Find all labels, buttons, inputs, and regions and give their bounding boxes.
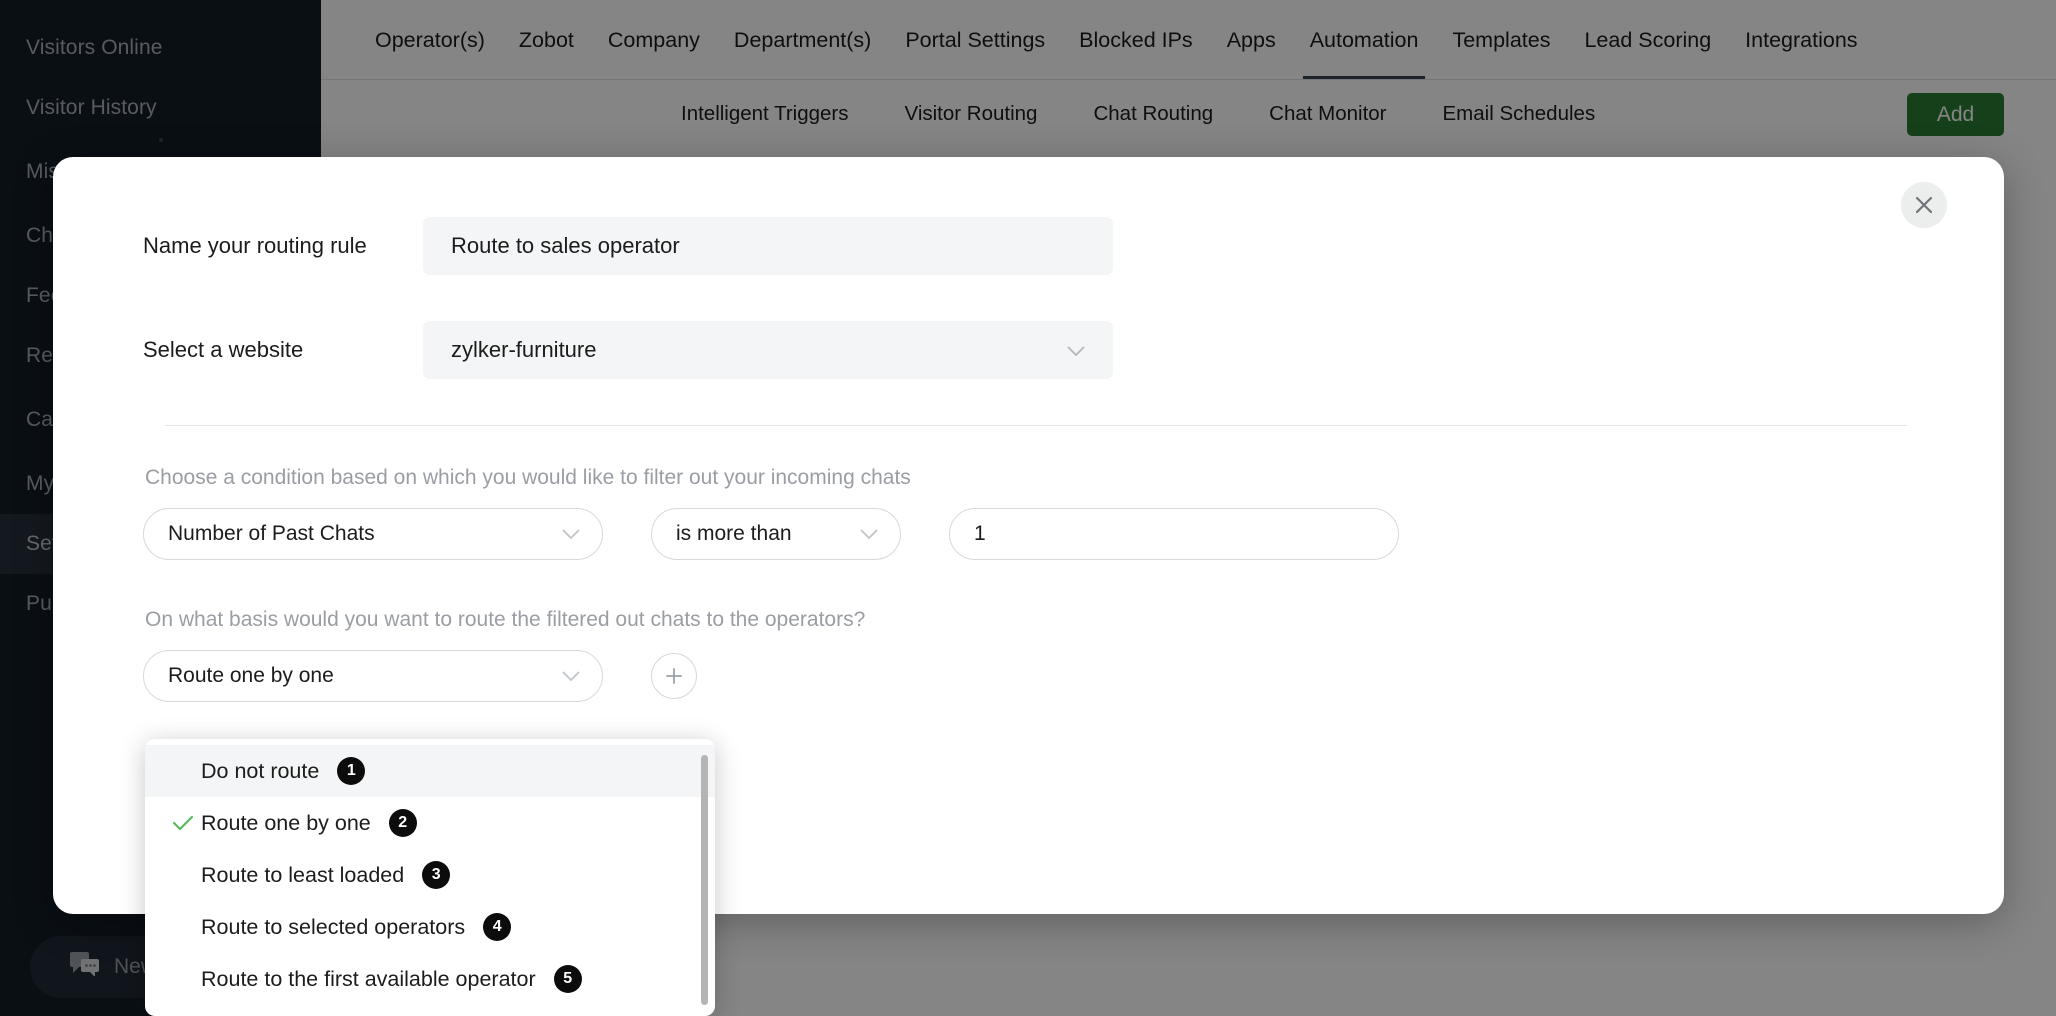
condition-operator-select[interactable]: is more than [651, 508, 901, 560]
chevron-down-icon [860, 522, 878, 546]
dropdown-item-label: Route to selected operators [201, 914, 466, 939]
divider [165, 425, 1907, 426]
website-select[interactable]: zylker-furniture [423, 321, 1113, 379]
rule-name-label: Name your routing rule [143, 233, 367, 258]
annotation-badge: 2 [388, 809, 417, 837]
website-select-value: zylker-furniture [451, 337, 597, 362]
condition-operator-value: is more than [676, 522, 792, 545]
condition-field-select[interactable]: Number of Past Chats [143, 508, 603, 560]
chevron-down-icon [562, 664, 580, 688]
annotation-badge: 3 [422, 861, 451, 889]
app-root: Visitors OnlineVisitor HistoryMissed Cha… [0, 0, 2056, 1016]
rule-name-row: Name your routing rule [143, 217, 1929, 275]
chevron-down-icon [1067, 337, 1085, 363]
route-helper-text: On what basis would you want to route th… [145, 608, 866, 631]
annotation-badge: 4 [483, 913, 512, 941]
website-row: Select a website zylker-furniture [143, 321, 1929, 379]
dropdown-item-route-to-the-first-available-operator[interactable]: Route to the first available operator 5 [145, 953, 715, 1005]
route-basis-select[interactable]: Route one by one [143, 650, 603, 702]
condition-helper-text: Choose a condition based on which you wo… [145, 466, 911, 489]
annotation-badge: 5 [553, 965, 582, 993]
route-basis-dropdown[interactable]: Do not route 1 Route one by one 2 Route to l… [145, 739, 715, 1016]
dropdown-item-label: Route to the first available operator [201, 966, 536, 991]
dropdown-items: Do not route 1 Route one by one 2 Route to l… [145, 745, 715, 1005]
dropdown-item-route-one-by-one[interactable]: Route one by one 2 [145, 797, 715, 849]
annotation-badge: 1 [337, 757, 366, 785]
dropdown-item-route-to-selected-operators[interactable]: Route to selected operators 4 [145, 901, 715, 953]
dropdown-item-do-not-route[interactable]: Do not route 1 [145, 745, 715, 797]
dropdown-item-label: Do not route [201, 758, 320, 783]
condition-field-value: Number of Past Chats [168, 522, 375, 545]
check-icon [173, 815, 201, 831]
dropdown-scrollbar[interactable] [701, 755, 708, 1005]
condition-value-input[interactable] [949, 508, 1399, 560]
rule-name-input[interactable] [423, 217, 1113, 275]
dropdown-item-label: Route one by one [201, 810, 371, 835]
dropdown-item-route-to-least-loaded[interactable]: Route to least loaded 3 [145, 849, 715, 901]
website-label: Select a website [143, 337, 304, 362]
dropdown-item-label: Route to least loaded [201, 862, 405, 887]
route-basis-row: Route one by one [143, 650, 1929, 702]
chevron-down-icon [562, 522, 580, 546]
condition-row: Number of Past Chats is more than [143, 508, 1929, 560]
close-icon[interactable] [1901, 182, 1947, 228]
add-condition-button[interactable] [651, 653, 697, 699]
modal-body: Name your routing rule Select a website … [53, 157, 2004, 702]
route-basis-value: Route one by one [168, 664, 334, 687]
